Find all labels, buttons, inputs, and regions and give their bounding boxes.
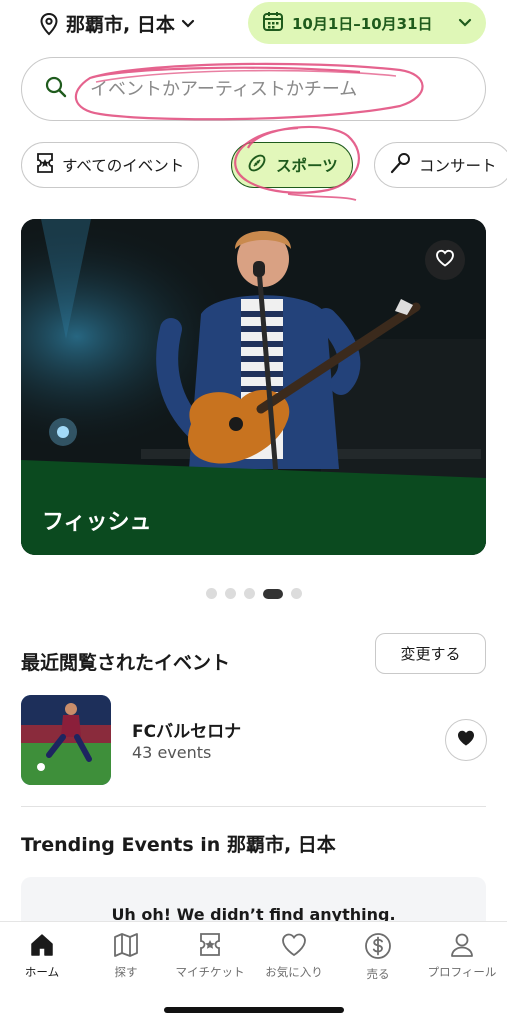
heart-outline-icon: [435, 249, 455, 271]
tab-label: ホーム: [24, 965, 60, 979]
event-thumbnail: [21, 695, 111, 785]
date-range-selector[interactable]: 10月1日–10月31日: [248, 2, 486, 44]
chip-label: コンサート: [419, 157, 497, 175]
home-indicator: [164, 1007, 344, 1013]
recent-event-item[interactable]: FCバルセロナ 43 events: [21, 695, 487, 785]
carousel-dot[interactable]: [290, 588, 302, 599]
dollar-circle-icon: [365, 933, 391, 959]
chip-label: すべてのイベント: [62, 157, 185, 175]
person-icon: [451, 933, 473, 957]
heart-icon: [282, 933, 306, 957]
chevron-down-icon: [181, 19, 195, 29]
calendar-icon: [262, 10, 284, 36]
tab-my-tickets[interactable]: マイチケット: [168, 922, 252, 992]
tab-label: プロフィール: [427, 965, 497, 979]
microphone-icon: [389, 152, 411, 178]
football-icon: [246, 152, 268, 178]
category-chips: すべてのイベント スポーツ コンサート: [21, 142, 507, 188]
change-button[interactable]: 変更する: [375, 633, 486, 674]
carousel-dot-active[interactable]: [262, 588, 283, 599]
tab-explore[interactable]: 探す: [84, 922, 168, 992]
carousel-dot[interactable]: [224, 588, 236, 599]
event-name: FCバルセロナ: [132, 722, 242, 742]
location-label: 那覇市, 日本: [66, 14, 175, 36]
event-count: 43 events: [132, 743, 212, 762]
hero-title: フィッシュ: [42, 510, 152, 535]
chip-concerts[interactable]: コンサート: [374, 142, 507, 188]
tab-profile[interactable]: プロフィール: [420, 922, 504, 992]
tab-favorites[interactable]: お気に入り: [252, 922, 336, 992]
heart-filled-icon: [456, 729, 476, 751]
home-icon: [31, 934, 53, 956]
trending-title: Trending Events in 那覇市, 日本: [21, 834, 336, 856]
chip-sports[interactable]: スポーツ: [231, 142, 353, 188]
recently-viewed-title: 最近閲覧されたイベント: [21, 652, 231, 674]
chevron-down-icon: [458, 14, 472, 32]
carousel-dot[interactable]: [243, 588, 255, 599]
tab-label: 売る: [366, 967, 390, 981]
search-icon: [44, 75, 68, 103]
map-icon: [114, 933, 138, 957]
ticket-star-icon: [200, 933, 220, 956]
tab-label: マイチケット: [175, 965, 245, 979]
tab-home[interactable]: ホーム: [0, 922, 84, 992]
chip-all-events[interactable]: すべてのイベント: [21, 142, 200, 188]
featured-event-card[interactable]: フィッシュ: [21, 219, 486, 555]
carousel-indicator: [0, 588, 507, 599]
favorite-button[interactable]: [425, 240, 465, 280]
tab-label: 探す: [114, 965, 138, 979]
location-pin-icon: [38, 12, 60, 36]
search-input[interactable]: [90, 78, 450, 100]
top-bar: 那覇市, 日本 10月1日–10月31日: [0, 0, 507, 50]
chip-label: スポーツ: [276, 157, 338, 175]
ticket-star-icon: [36, 152, 54, 178]
location-selector[interactable]: 那覇市, 日本: [38, 10, 195, 37]
favorite-toggle-button[interactable]: [445, 719, 487, 761]
tab-sell[interactable]: 売る: [336, 922, 420, 992]
date-range-label: 10月1日–10月31日: [292, 14, 433, 33]
section-divider: [21, 806, 486, 807]
search-bar[interactable]: [21, 57, 486, 121]
carousel-dot[interactable]: [205, 588, 217, 599]
tab-label: お気に入り: [265, 965, 323, 979]
